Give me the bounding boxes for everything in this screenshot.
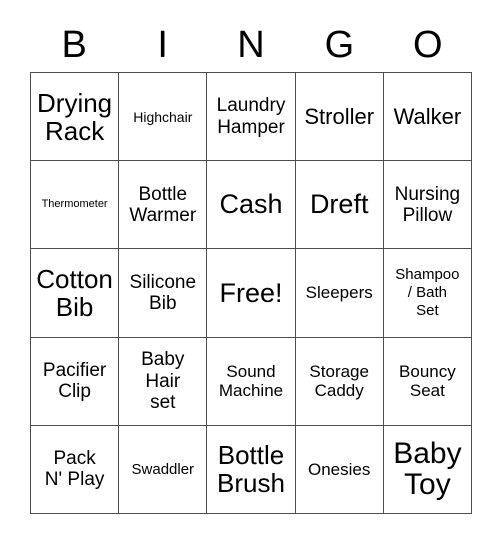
bingo-cell[interactable]: Walker [383, 73, 472, 162]
bingo-cell-label: Cash [219, 189, 283, 220]
bingo-cell-label: Bouncy Seat [399, 361, 456, 401]
bingo-header-letter-b: B [61, 24, 87, 66]
bingo-cell-label: Silicone Bib [129, 271, 197, 314]
bingo-cell[interactable]: Cotton Bib [31, 249, 120, 338]
bingo-header-row: B I N G O [30, 18, 472, 72]
bingo-cell-label: Cotton Bib [36, 263, 113, 322]
bingo-cell-label: Dreft [309, 189, 369, 220]
bingo-cell-label: Laundry Hamper [216, 95, 286, 138]
bingo-cell-label: Sound Machine [218, 361, 284, 401]
bingo-cell[interactable]: Sound Machine [207, 337, 296, 426]
bingo-cell[interactable]: Bottle Warmer [119, 161, 208, 250]
bingo-cell-label: Baby Toy [393, 436, 462, 502]
bingo-cell[interactable]: Pacifier Clip [31, 337, 120, 426]
bingo-cell[interactable]: Highchair [119, 73, 208, 162]
bingo-cell-label: Stroller [304, 103, 375, 129]
bingo-grid: Drying Rack Highchair Laundry Hamper Str… [30, 72, 472, 514]
bingo-cell-label: Walker [393, 103, 462, 129]
bingo-cell[interactable]: Swaddler [119, 425, 208, 514]
bingo-header-letter-n: N [237, 24, 265, 66]
bingo-cell[interactable]: Cash [207, 161, 296, 250]
bingo-cell[interactable]: Onesies [295, 425, 384, 514]
bingo-cell[interactable]: Baby Hair set [119, 337, 208, 426]
bingo-card: B I N G O Drying Rack Highchair Laundry … [0, 0, 500, 544]
bingo-header-letter-i: I [157, 24, 168, 66]
bingo-cell[interactable]: Drying Rack [31, 73, 120, 162]
bingo-cell[interactable]: Storage Caddy [295, 337, 384, 426]
bingo-cell[interactable]: Baby Toy [383, 425, 472, 514]
bingo-cell[interactable]: Bouncy Seat [383, 337, 472, 426]
bingo-cell-label: Swaddler [131, 460, 195, 478]
bingo-cell-label: Free! [219, 277, 283, 308]
bingo-cell[interactable]: Laundry Hamper [207, 73, 296, 162]
bingo-cell[interactable]: Pack N' Play [31, 425, 120, 514]
bingo-cell-label: Nursing Pillow [394, 183, 461, 226]
bingo-cell[interactable]: Shampoo / Bath Set [383, 249, 472, 338]
bingo-cell-label: Bottle Warmer [129, 183, 197, 226]
bingo-cell-label: Pacifier Clip [42, 359, 107, 403]
bingo-cell-label: Drying Rack [37, 87, 113, 146]
bingo-cell[interactable]: Thermometer [31, 161, 120, 250]
bingo-cell-label: Pack N' Play [44, 448, 105, 491]
bingo-cell-label: Baby Hair set [141, 349, 185, 413]
bingo-cell[interactable]: Bottle Brush [207, 425, 296, 514]
bingo-cell-label: Storage Caddy [309, 361, 369, 401]
bingo-cell-free-space[interactable]: Free! [207, 249, 296, 338]
bingo-cell[interactable]: Silicone Bib [119, 249, 208, 338]
bingo-cell[interactable]: Nursing Pillow [383, 161, 472, 250]
bingo-cell[interactable]: Stroller [295, 73, 384, 162]
bingo-cell-label: Shampoo / Bath Set [395, 266, 460, 319]
bingo-cell-label: Sleepers [305, 283, 373, 303]
bingo-header-letter-o: O [413, 24, 443, 66]
bingo-cell[interactable]: Dreft [295, 161, 384, 250]
bingo-cell-label: Highchair [133, 108, 193, 125]
bingo-cell-label: Bottle Brush [217, 440, 285, 499]
bingo-cell-label: Thermometer [41, 198, 108, 211]
bingo-cell[interactable]: Sleepers [295, 249, 384, 338]
bingo-cell-label: Onesies [308, 459, 371, 479]
bingo-header-letter-g: G [324, 24, 355, 66]
